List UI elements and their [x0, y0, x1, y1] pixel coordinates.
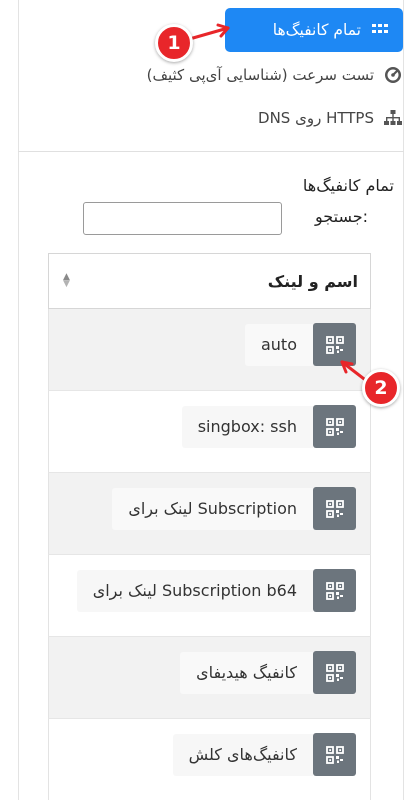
callout-badge-1: 1	[155, 24, 193, 62]
column-header-name-link: اسم و لینک	[267, 271, 358, 291]
table-header[interactable]: ▲ ▼ اسم و لینک	[48, 253, 371, 309]
qr-code-icon	[325, 581, 344, 600]
table-row: auto	[48, 309, 371, 391]
qr-code-icon	[325, 499, 344, 518]
nav-dns-https-label: DNS روی HTTPS	[258, 109, 374, 127]
nav-dns-https[interactable]: DNS روی HTTPS	[258, 96, 402, 140]
config-label[interactable]: singbox: ssh	[181, 405, 313, 448]
nav-all-configs-label: تمام کانفیگ‌ها	[272, 21, 361, 39]
qr-code-icon	[325, 335, 344, 354]
table-row: کانفیگ‌های کلش	[48, 719, 371, 800]
search-input[interactable]	[83, 202, 282, 235]
qr-code-icon	[325, 745, 344, 764]
qr-code-button[interactable]	[313, 487, 356, 530]
qr-code-icon	[325, 663, 344, 682]
config-label[interactable]: کانفیگ‌های کلش	[172, 733, 313, 776]
callout-badge-2: 2	[362, 369, 400, 407]
table-row: لینک برای Subscription	[48, 473, 371, 555]
speedometer-icon	[384, 66, 402, 84]
config-label[interactable]: کانفیگ هیدیفای	[180, 651, 313, 694]
grid-icon	[371, 21, 389, 39]
nav-all-configs[interactable]: تمام کانفیگ‌ها	[225, 8, 403, 52]
config-label[interactable]: لینک برای Subscription b64	[76, 569, 313, 612]
sort-icon[interactable]: ▲ ▼	[63, 273, 70, 289]
table-row: کانفیگ هیدیفای	[48, 637, 371, 719]
qr-code-button[interactable]	[313, 323, 356, 366]
qr-code-icon	[325, 417, 344, 436]
qr-code-button[interactable]	[313, 569, 356, 612]
nav-speed-test-label: تست سرعت (شناسایی آی‌پی کثیف)	[146, 66, 374, 84]
table-row: لینک برای Subscription b64	[48, 555, 371, 637]
nav-divider	[18, 151, 404, 152]
table-row: singbox: ssh	[48, 391, 371, 473]
search-label: جستجو:	[315, 207, 368, 226]
config-label[interactable]: لینک برای Subscription	[112, 487, 313, 530]
section-title: تمام کانفیگ‌ها	[302, 176, 394, 195]
nav-speed-test[interactable]: تست سرعت (شناسایی آی‌پی کثیف)	[147, 53, 402, 97]
qr-code-button[interactable]	[313, 733, 356, 776]
sitemap-icon	[384, 109, 402, 127]
qr-code-button[interactable]	[313, 651, 356, 694]
config-label[interactable]: auto	[244, 323, 313, 366]
configs-table: ▲ ▼ اسم و لینک auto singbox: ssh لینک بر…	[48, 253, 371, 800]
qr-code-button[interactable]	[313, 405, 356, 448]
